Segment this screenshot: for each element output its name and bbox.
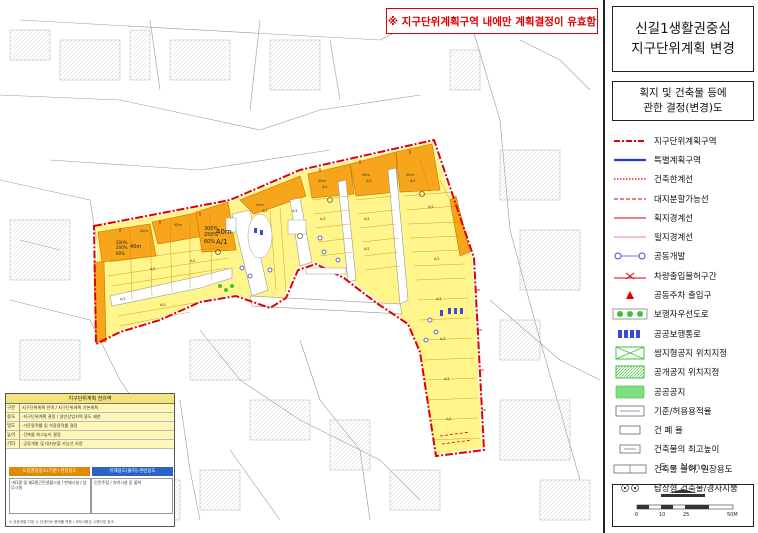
legend-item: 쌈지형공지 위치지정 [612, 343, 754, 362]
page-title-line2: 지구단위계획 변경 [631, 41, 735, 57]
scale-label: 10 [659, 512, 666, 518]
plan-summary-table: 지구단위계획 전의역 구분 지구단위계획 전역 / 지구단위계획 기본계획 용도… [5, 393, 175, 527]
legend-item: 필지경계선 [612, 227, 754, 246]
public-open-space-icon [612, 385, 648, 399]
svg-text:A/1: A/1 [444, 377, 450, 381]
legend-item: 건축물의 최고높이 [612, 440, 754, 459]
svg-text:40m: 40m [406, 173, 414, 177]
lot-label: A/1 [216, 238, 228, 246]
legend-item: 대지분할가능선 [612, 189, 754, 208]
public-walkway-icon [612, 327, 648, 341]
recommended-use-text: ·제1종 및 제2종근린생활시설 / 판매시설 / 업무시설 [9, 478, 91, 514]
legend-item: 공동개발 [612, 247, 754, 266]
legend-panel: 신길1생활권중심 지구단위계획 변경 획지 및 건축물 등에 관한 결정(변경)… [603, 0, 758, 533]
lot-boundary-icon [612, 211, 648, 225]
legend-item: 건축한계선 [612, 170, 754, 189]
far-ratio-icon [612, 404, 648, 418]
svg-text:A/1: A/1 [292, 209, 298, 213]
coverage-ratio-icon [612, 423, 648, 437]
legend-item: 공공보행통로 [612, 324, 754, 343]
svg-text:A/1: A/1 [366, 179, 372, 183]
svg-text:40m: 40m [256, 203, 264, 207]
scale-label: 0 [635, 512, 639, 518]
subtitle-box: 획지 및 건축물 등에 관한 결정(변경)도 [612, 81, 754, 121]
table-row: 높이 ·건축물 최고높이 결정 [6, 431, 174, 440]
table-row: 용도 ·지구단위계획 결정 / 일반상업지역 용도 제한 [6, 413, 174, 422]
svg-text:40m: 40m [174, 223, 182, 227]
svg-text:A/1: A/1 [364, 217, 370, 221]
legend-item: 공개공지 위치지정 [612, 363, 754, 382]
pocket-open-space-icon [612, 346, 648, 360]
scale-label: 50M [727, 512, 738, 518]
vehicle-access-ban-icon [612, 269, 648, 283]
pedestrian-road-icon [612, 307, 648, 321]
use-details: ·제1종 및 제2종근린생활시설 / 판매시설 / 업무시설 ·단란주점 / 숙… [9, 478, 173, 514]
legend-item: 차량출입불허구간 [612, 266, 754, 285]
svg-text:A/1: A/1 [364, 247, 370, 251]
legend-item: 건 폐 율 [612, 420, 754, 439]
scale-label: 25 [683, 512, 690, 518]
parcel-boundary-icon [612, 230, 648, 244]
title-box: 신길1생활권중심 지구단위계획 변경 [612, 6, 754, 72]
district-boundary-icon [612, 134, 648, 148]
map-area[interactable]: 300% 250% 40m 60% A/1 200% 200% 60% 40m … [0, 0, 600, 533]
building-line-icon [612, 172, 648, 186]
legend-item: 보행자우선도로 [612, 305, 754, 324]
table-row: 밀도 ·기준용적률 및 허용용적률 결정 [6, 422, 174, 431]
recommended-use-header: 도입권장용도(기준)·권장용도 [9, 467, 90, 476]
lot-label: 200% [116, 245, 128, 250]
table-row: 구분 지구단위계획 전역 / 지구단위계획 기본계획 [6, 404, 174, 413]
svg-text:40m: 40m [140, 229, 148, 233]
joint-development-icon [612, 249, 648, 263]
svg-text:A/1: A/1 [160, 303, 166, 307]
table-footnote: ※ 공동개발 지정 시 인센티브 용적률 적용 / 세부사항은 시행지침 참조 [9, 519, 114, 524]
svg-text:A/1: A/1 [190, 259, 196, 263]
legend-item: 지구단위계획구역 [612, 131, 754, 150]
prohibited-use-text: ·단란주점 / 숙박시설 등 불허 [91, 478, 173, 514]
max-height-icon [612, 442, 648, 456]
table-row: 기타 ·공동개발 및 대지분할 가능선 지정 [6, 440, 174, 449]
public-open-space-site-icon [612, 365, 648, 379]
lot-label: 60% [204, 239, 215, 245]
legend-item: 기준/허용용적율 [612, 401, 754, 420]
svg-text:A/1: A/1 [262, 209, 268, 213]
prohibited-use-header: 유해용도(불허)·관련용도 [92, 467, 173, 476]
svg-text:40m: 40m [362, 173, 370, 177]
legend-item: 공공공지 [612, 382, 754, 401]
svg-text:A/1: A/1 [322, 185, 328, 189]
scale-bar-box: 0 10 25 50M [612, 484, 754, 527]
svg-text:A/1: A/1 [120, 297, 126, 301]
page-title-line1: 신길1생활권중심 [635, 21, 731, 37]
lot-label: 40m [130, 244, 141, 250]
svg-text:A/1: A/1 [434, 257, 440, 261]
svg-text:A/1: A/1 [436, 297, 442, 301]
special-plan-zone-icon [612, 153, 648, 167]
svg-text:A/1: A/1 [428, 205, 434, 209]
legend-item: 획지경계선 [612, 208, 754, 227]
svg-text:A/1: A/1 [320, 217, 326, 221]
svg-text:40m: 40m [318, 179, 326, 183]
scale-bar-icon [636, 489, 734, 510]
plan-table-header: 지구단위계획 전의역 [6, 394, 174, 404]
subtitle-line1: 획지 및 건축물 등에 [639, 87, 727, 99]
svg-text:A/1: A/1 [446, 417, 452, 421]
use-subheaders: 도입권장용도(기준)·권장용도 유해용도(불허)·관련용도 [9, 467, 173, 476]
subtitle-line2: 관한 결정(변경)도 [643, 102, 723, 114]
validity-notice: ※ 지구단위계획구역 내에만 계획결정이 유효함 [386, 8, 598, 34]
legend-item: 공동주차 출입구 [612, 285, 754, 304]
lot-label: 40m [216, 228, 232, 236]
scale-note: S = None [659, 462, 707, 473]
svg-text:A/1: A/1 [440, 337, 446, 341]
lot-split-line-icon [612, 192, 648, 206]
lot-label: 60% [116, 251, 125, 256]
legend: 지구단위계획구역 특별계획구역 건축한계선 대지분할가능선 획지경계선 필지경계… [612, 131, 754, 498]
parking-entrance-icon [612, 288, 648, 302]
legend-item: 특별계획구역 [612, 150, 754, 169]
svg-text:A/1: A/1 [150, 267, 156, 271]
svg-text:A/1: A/1 [410, 179, 416, 183]
